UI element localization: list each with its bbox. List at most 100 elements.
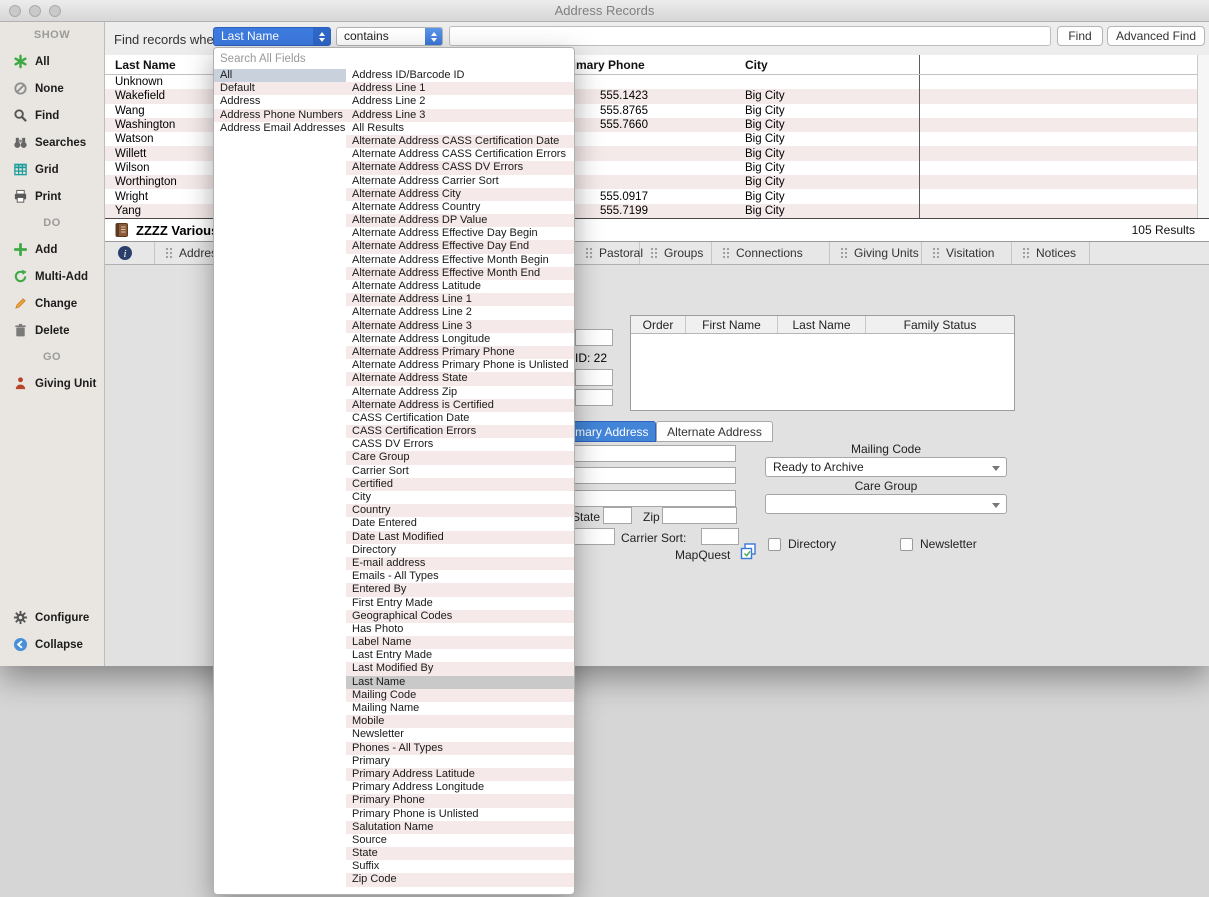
dropdown-field-item[interactable]: First Entry Made <box>346 597 574 610</box>
sidebar-item-find[interactable]: Find <box>0 102 104 129</box>
dropdown-field-item[interactable]: Country <box>346 504 574 517</box>
dropdown-field-item[interactable]: Certified <box>346 478 574 491</box>
dropdown-field-item[interactable]: Mailing Name <box>346 702 574 715</box>
dropdown-field-item[interactable]: Alternate Address DP Value <box>346 214 574 227</box>
dropdown-field-item[interactable]: Primary Phone <box>346 794 574 807</box>
dropdown-field-item[interactable]: Alternate Address Effective Day Begin <box>346 227 574 240</box>
sidebar-item-all[interactable]: All <box>0 48 104 75</box>
dropdown-field-item[interactable]: Label Name <box>346 636 574 649</box>
dropdown-field-item[interactable]: Alternate Address Effective Day End <box>346 240 574 253</box>
tab-groups[interactable]: Groups <box>640 242 712 264</box>
dropdown-field-item[interactable]: Mobile <box>346 715 574 728</box>
dropdown-field-item[interactable]: Address Line 1 <box>346 82 574 95</box>
dropdown-field-item[interactable]: Alternate Address Longitude <box>346 333 574 346</box>
sidebar-item-searches[interactable]: Searches <box>0 129 104 156</box>
dropdown-field-item[interactable]: Emails - All Types <box>346 570 574 583</box>
sidebar-item-collapse[interactable]: Collapse <box>0 631 104 658</box>
dropdown-field-item[interactable]: Alternate Address CASS Certification Dat… <box>346 135 574 148</box>
dropdown-search-input[interactable] <box>214 48 574 69</box>
dropdown-field-item[interactable]: Salutation Name <box>346 821 574 834</box>
tab-notices[interactable]: Notices <box>1012 242 1090 264</box>
dropdown-field-item[interactable]: Alternate Address Carrier Sort <box>346 175 574 188</box>
dropdown-field-item[interactable]: Primary Phone is Unlisted <box>346 808 574 821</box>
dropdown-field-item[interactable]: Alternate Address Effective Month End <box>346 267 574 280</box>
dropdown-field-item[interactable]: Geographical Codes <box>346 610 574 623</box>
dropdown-field-item[interactable]: Primary Address Latitude <box>346 768 574 781</box>
dropdown-field-item[interactable]: Date Entered <box>346 517 574 530</box>
field-select[interactable]: Last Name <box>213 27 331 46</box>
dropdown-group-item[interactable]: Address Phone Numbers <box>214 109 346 122</box>
column-header-city[interactable]: City <box>745 55 920 74</box>
dropdown-group-item[interactable]: Default <box>214 82 346 95</box>
column-header-primary-phone[interactable]: Primary Phone <box>560 55 745 74</box>
dropdown-field-item[interactable]: CASS Certification Errors <box>346 425 574 438</box>
dropdown-field-item[interactable]: Address Line 2 <box>346 95 574 108</box>
family-col-first-name[interactable]: First Name <box>686 316 778 333</box>
dropdown-field-item[interactable]: Zip Code <box>346 873 574 886</box>
mailing-code-select[interactable]: Ready to Archive <box>765 457 1007 477</box>
tab-alternate-address[interactable]: Alternate Address <box>656 421 773 442</box>
dropdown-field-item[interactable]: CASS DV Errors <box>346 438 574 451</box>
dropdown-field-item[interactable]: Primary Address Longitude <box>346 781 574 794</box>
dropdown-field-item[interactable]: Phones - All Types <box>346 742 574 755</box>
name-field[interactable] <box>575 389 613 406</box>
dropdown-field-item[interactable]: Alternate Address Zip <box>346 386 574 399</box>
tab-visitation[interactable]: Visitation <box>922 242 1012 264</box>
newsletter-checkbox[interactable]: Newsletter <box>900 537 977 551</box>
dropdown-field-item[interactable]: Alternate Address Line 1 <box>346 293 574 306</box>
city-field[interactable] <box>555 490 736 507</box>
dropdown-field-item[interactable]: State <box>346 847 574 860</box>
dropdown-field-item[interactable]: Suffix <box>346 860 574 873</box>
sidebar-item-print[interactable]: Print <box>0 183 104 210</box>
dropdown-field-item[interactable]: Alternate Address State <box>346 372 574 385</box>
tab-pastoral[interactable]: Pastoral <box>575 242 640 264</box>
dropdown-field-item[interactable]: Alternate Address Line 3 <box>346 320 574 333</box>
search-value-input[interactable] <box>449 26 1051 46</box>
dropdown-field-item[interactable]: Source <box>346 834 574 847</box>
dropdown-field-item[interactable]: Alternate Address Line 2 <box>346 306 574 319</box>
sidebar-item-delete[interactable]: Delete <box>0 317 104 344</box>
dropdown-group-item[interactable]: Address <box>214 95 346 108</box>
tab-connections[interactable]: Connections <box>712 242 830 264</box>
operator-select[interactable]: contains <box>336 27 443 46</box>
dropdown-field-item[interactable]: Newsletter <box>346 728 574 741</box>
dropdown-field-item[interactable]: All Results <box>346 122 574 135</box>
sidebar-item-none[interactable]: None <box>0 75 104 102</box>
dropdown-field-item[interactable]: Alternate Address Latitude <box>346 280 574 293</box>
traffic-lights[interactable] <box>9 5 61 17</box>
family-table-body[interactable] <box>631 334 1014 410</box>
dropdown-field-item[interactable]: CASS Certification Date <box>346 412 574 425</box>
dropdown-field-item[interactable]: Alternate Address Country <box>346 201 574 214</box>
address-line-2-field[interactable] <box>555 467 736 484</box>
find-button[interactable]: Find <box>1057 26 1103 46</box>
dropdown-field-item[interactable]: Has Photo <box>346 623 574 636</box>
zip-field[interactable] <box>662 507 737 524</box>
family-col-last-name[interactable]: Last Name <box>778 316 866 333</box>
dropdown-field-item[interactable]: Alternate Address Primary Phone <box>346 346 574 359</box>
sidebar-item-giving-unit[interactable]: Giving Unit <box>0 370 104 397</box>
address-line-1-field[interactable] <box>555 445 736 462</box>
dropdown-group-item[interactable]: All <box>214 69 346 82</box>
dropdown-field-item[interactable]: Date Last Modified <box>346 531 574 544</box>
dropdown-field-item[interactable]: Address ID/Barcode ID <box>346 69 574 82</box>
table-scrollbar[interactable] <box>1197 55 1209 218</box>
state-field[interactable] <box>603 507 632 524</box>
sidebar-item-configure[interactable]: Configure <box>0 604 104 631</box>
dropdown-field-item[interactable]: Alternate Address CASS Certification Err… <box>346 148 574 161</box>
dropdown-field-item[interactable]: Carrier Sort <box>346 465 574 478</box>
dropdown-field-item[interactable]: Last Name <box>346 676 574 689</box>
family-col-family-status[interactable]: Family Status <box>866 316 1014 333</box>
advanced-find-button[interactable]: Advanced Find <box>1107 26 1205 46</box>
carrier-sort-field[interactable] <box>701 528 739 545</box>
dropdown-group-item[interactable]: Address Email Addresses <box>214 122 346 135</box>
dropdown-field-item[interactable]: Mailing Code <box>346 689 574 702</box>
sidebar-item-change[interactable]: Change <box>0 290 104 317</box>
dropdown-field-item[interactable]: Last Entry Made <box>346 649 574 662</box>
minimize-window-icon[interactable] <box>29 5 41 17</box>
mapquest-pages-icon[interactable] <box>739 542 758 561</box>
close-window-icon[interactable] <box>9 5 21 17</box>
dropdown-field-item[interactable]: Alternate Address CASS DV Errors <box>346 161 574 174</box>
dropdown-field-item[interactable]: Directory <box>346 544 574 557</box>
dropdown-field-item[interactable]: E-mail address <box>346 557 574 570</box>
sidebar-item-multi-add[interactable]: Multi-Add <box>0 263 104 290</box>
